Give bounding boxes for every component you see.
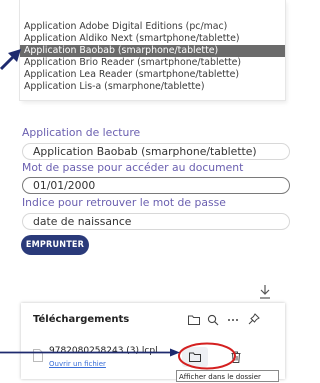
hint-field-label: Indice pour retrouver le mot de passe <box>22 196 226 209</box>
search-icon[interactable] <box>207 314 219 326</box>
downloads-title: Téléchargements <box>33 314 130 325</box>
app-option-adobe[interactable]: Application Adobe Digital Editions (pc/m… <box>20 21 285 33</box>
password-input[interactable]: 01/01/2000 <box>22 177 290 194</box>
app-option-lisa[interactable]: Application Lis-a (smarphone/tablette) <box>20 81 285 93</box>
app-option-baobab[interactable]: Application Baobab (smarphone/tablette) <box>20 45 285 57</box>
download-arrow-icon[interactable] <box>258 284 272 300</box>
folder-icon[interactable] <box>188 315 200 325</box>
arrow-pointer-icon <box>0 49 21 71</box>
app-option-aldiko[interactable]: Application Aldiko Next (smartphone/tabl… <box>20 33 285 45</box>
pin-icon[interactable] <box>248 313 260 326</box>
app-dropdown-list[interactable]: Application Adobe Digital Editions (pc/m… <box>20 0 285 100</box>
tooltip: Afficher dans le dossier <box>176 370 279 382</box>
hint-input[interactable]: date de naissance <box>22 213 290 230</box>
downloads-panel: Téléchargements 9782080258243 (3).lcpl O… <box>21 303 285 379</box>
password-field-label: Mot de passe pour accéder au document <box>22 161 244 174</box>
borrow-button[interactable]: EMPRUNTER <box>21 235 89 255</box>
app-field-label: Application de lecture <box>22 126 141 139</box>
app-option-lea[interactable]: Application Lea Reader (smartphone/table… <box>20 69 285 81</box>
arrow-pointer-icon <box>0 348 180 357</box>
more-icon[interactable] <box>227 318 239 322</box>
app-option-brio[interactable]: Application Brio Reader (smartphone/tabl… <box>20 57 285 69</box>
app-select[interactable]: Application Baobab (smarphone/tablette) <box>22 143 290 160</box>
